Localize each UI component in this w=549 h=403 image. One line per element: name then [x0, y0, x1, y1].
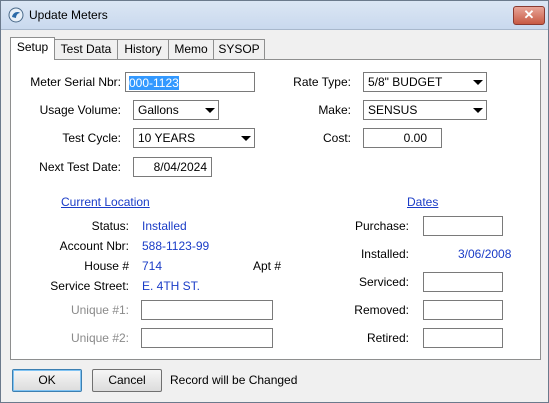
- purchase-input[interactable]: [423, 216, 503, 236]
- close-button[interactable]: ✕: [513, 6, 545, 25]
- tab-history[interactable]: History: [117, 39, 169, 59]
- tab-setup[interactable]: Setup: [10, 37, 55, 60]
- installed-value: 3/06/2008: [458, 247, 512, 261]
- app-icon: [8, 7, 24, 23]
- retired-label: Retired:: [366, 331, 409, 345]
- unique2-input[interactable]: [141, 328, 273, 348]
- setup-panel: Meter Serial Nbr: 000-1123 Usage Volume:…: [10, 59, 541, 360]
- apt-label: Apt #: [253, 259, 282, 273]
- usage-volume-value: Gallons: [138, 103, 179, 117]
- street-label: Service Street:: [50, 279, 129, 293]
- street-value: E. 4TH ST.: [142, 279, 201, 293]
- status-value: Installed: [142, 219, 187, 233]
- meter-serial-input[interactable]: 000-1123: [125, 72, 255, 92]
- chevron-down-icon[interactable]: [469, 73, 486, 91]
- removed-label: Removed:: [354, 303, 409, 317]
- serviced-input[interactable]: [423, 272, 503, 292]
- house-label: House #: [84, 259, 129, 273]
- title-bar: Update Meters ✕: [1, 1, 548, 30]
- usage-volume-label: Usage Volume:: [39, 103, 121, 117]
- current-location-link[interactable]: Current Location: [61, 195, 150, 209]
- house-value: 714: [142, 259, 163, 273]
- unique1-label: Unique #1:: [70, 303, 129, 317]
- test-cycle-label: Test Cycle:: [62, 131, 121, 145]
- retired-input[interactable]: [423, 328, 503, 348]
- make-select[interactable]: SENSUS: [363, 100, 487, 120]
- cost-input[interactable]: 0.00: [363, 128, 442, 148]
- cancel-button[interactable]: Cancel: [92, 369, 162, 392]
- rate-type-value: 5/8" BUDGET: [368, 75, 443, 89]
- account-value: 588-1123-99: [142, 239, 210, 253]
- test-cycle-value: 10 YEARS: [138, 131, 196, 145]
- meter-serial-label: Meter Serial Nbr:: [30, 75, 121, 89]
- status-label: Status:: [91, 219, 129, 233]
- chevron-down-icon[interactable]: [201, 101, 218, 119]
- usage-volume-select[interactable]: Gallons: [133, 100, 219, 120]
- tab-test-data[interactable]: Test Data: [54, 39, 118, 59]
- test-cycle-select[interactable]: 10 YEARS: [133, 128, 255, 148]
- rate-type-label: Rate Type:: [293, 75, 351, 89]
- ok-button[interactable]: OK: [12, 369, 82, 392]
- status-message: Record will be Changed: [170, 373, 298, 387]
- window-title: Update Meters: [29, 8, 108, 22]
- update-meters-window: Update Meters ✕ Setup Test Data History …: [0, 0, 549, 403]
- installed-label: Installed:: [360, 247, 409, 261]
- rate-type-select[interactable]: 5/8" BUDGET: [363, 72, 487, 92]
- account-label: Account Nbr:: [59, 239, 129, 253]
- tab-sysop[interactable]: SYSOP: [213, 39, 265, 59]
- make-label: Make:: [318, 103, 351, 117]
- make-value: SENSUS: [368, 103, 418, 117]
- next-test-date-input[interactable]: 8/04/2024: [133, 157, 212, 177]
- dates-link[interactable]: Dates: [407, 195, 438, 209]
- serviced-label: Serviced:: [358, 275, 409, 289]
- removed-input[interactable]: [423, 300, 503, 320]
- next-test-date-label: Next Test Date:: [39, 160, 121, 174]
- tab-memo[interactable]: Memo: [168, 39, 214, 59]
- cost-label: Cost:: [322, 131, 351, 145]
- meter-serial-value: 000-1123: [129, 76, 179, 90]
- purchase-label: Purchase:: [354, 219, 409, 233]
- unique1-input[interactable]: [141, 300, 273, 320]
- chevron-down-icon[interactable]: [469, 101, 486, 119]
- unique2-label: Unique #2:: [70, 331, 129, 345]
